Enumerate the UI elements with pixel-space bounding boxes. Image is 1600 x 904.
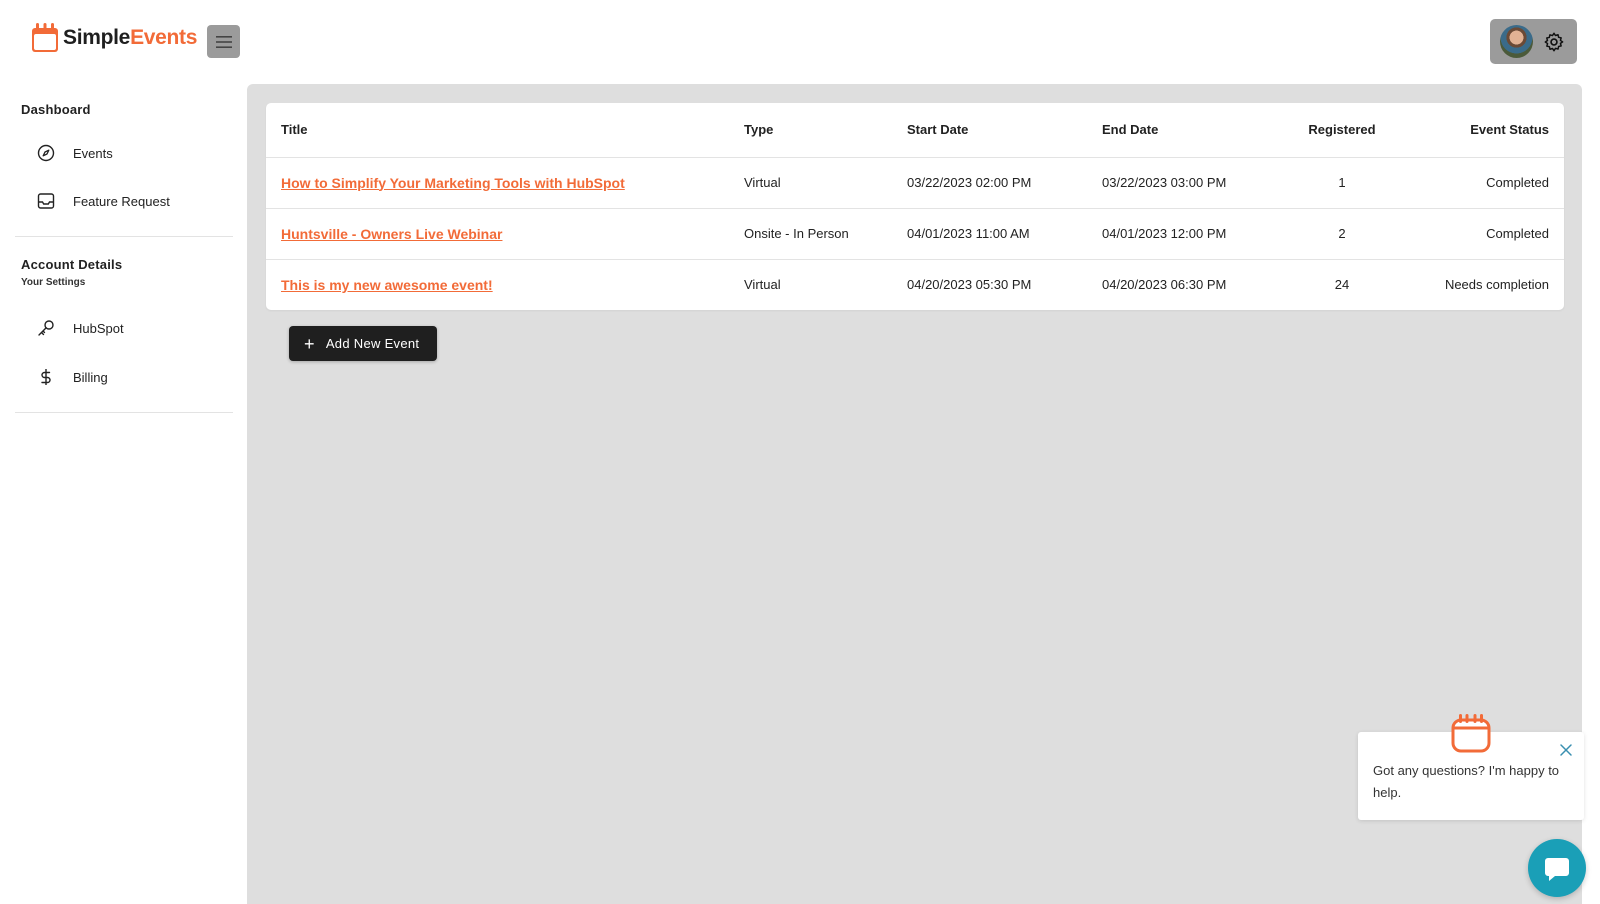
- inbox-icon: [36, 191, 56, 211]
- column-header-registered[interactable]: Registered: [1272, 103, 1412, 158]
- sidebar-item-label: HubSpot: [73, 320, 124, 336]
- column-header-type[interactable]: Type: [729, 103, 892, 158]
- sidebar-item-events[interactable]: Events: [36, 135, 226, 171]
- calendar-bot-icon: [1451, 714, 1491, 753]
- sidebar-section-dashboard: Dashboard: [21, 102, 91, 117]
- chat-launcher-button[interactable]: [1528, 839, 1586, 897]
- dollar-icon: [36, 367, 56, 387]
- sidebar-item-label: Events: [73, 145, 113, 161]
- app-logo[interactable]: SimpleEvents: [30, 22, 197, 54]
- events-table-card: Title Type Start Date End Date Registere…: [266, 103, 1564, 310]
- sidebar-item-label: Billing: [73, 369, 108, 385]
- table-header-row: Title Type Start Date End Date Registere…: [266, 103, 1564, 158]
- event-end-date: 04/01/2023 12:00 PM: [1087, 208, 1272, 260]
- chat-prompt-message: Got any questions? I'm happy to help.: [1373, 763, 1560, 800]
- chat-bubble-icon: [1545, 858, 1569, 881]
- hamburger-menu-icon: [215, 35, 232, 48]
- sidebar-divider: [15, 236, 233, 237]
- sidebar-divider: [15, 412, 233, 413]
- event-end-date: 03/22/2023 03:00 PM: [1087, 157, 1272, 209]
- user-menu[interactable]: [1490, 19, 1577, 64]
- event-title-link[interactable]: This is my new awesome event!: [281, 277, 493, 293]
- table-row: This is my new awesome event! Virtual 04…: [266, 259, 1564, 310]
- event-status: Completed: [1412, 157, 1564, 209]
- event-registered-count: 24: [1334, 277, 1350, 293]
- sidebar-item-feature-request[interactable]: Feature Request: [36, 183, 226, 219]
- close-icon[interactable]: [1558, 742, 1574, 758]
- compass-icon: [36, 143, 56, 163]
- calendar-logo-icon: [30, 22, 60, 54]
- plus-icon: +: [304, 333, 315, 354]
- column-header-title[interactable]: Title: [266, 103, 729, 158]
- column-header-end-date[interactable]: End Date: [1087, 103, 1272, 158]
- avatar[interactable]: [1500, 25, 1533, 58]
- gear-icon[interactable]: [1543, 31, 1565, 53]
- sidebar-section-subtitle: Your Settings: [21, 277, 86, 288]
- events-table: Title Type Start Date End Date Registere…: [266, 103, 1564, 310]
- menu-toggle-button[interactable]: [207, 25, 240, 58]
- event-type: Virtual: [744, 277, 781, 293]
- sidebar-item-hubspot[interactable]: HubSpot: [36, 310, 226, 346]
- event-title-link[interactable]: How to Simplify Your Marketing Tools wit…: [281, 175, 625, 191]
- event-status: Completed: [1412, 208, 1564, 260]
- column-header-event-status[interactable]: Event Status: [1412, 103, 1564, 158]
- event-status: Needs completion: [1444, 277, 1549, 293]
- event-start-date: 03/22/2023 02:00 PM: [892, 157, 1087, 209]
- table-row: How to Simplify Your Marketing Tools wit…: [266, 157, 1564, 209]
- event-start-date: 04/01/2023 11:00 AM: [892, 208, 1087, 260]
- table-row: Huntsville - Owners Live Webinar Onsite …: [266, 208, 1564, 260]
- column-header-start-date[interactable]: Start Date: [892, 103, 1087, 158]
- event-end-date: 04/20/2023 06:30 PM: [1102, 277, 1227, 293]
- sidebar-item-label: Feature Request: [73, 193, 170, 209]
- event-title-link[interactable]: Huntsville - Owners Live Webinar: [281, 226, 502, 242]
- event-type: Onsite - In Person: [729, 208, 892, 260]
- sidebar-section-account: Account Details: [21, 257, 123, 272]
- add-new-event-button[interactable]: + Add New Event: [289, 326, 437, 361]
- event-start-date: 04/20/2023 05:30 PM: [907, 277, 1032, 293]
- key-icon: [36, 318, 56, 338]
- logo-text: SimpleEvents: [63, 26, 198, 49]
- sidebar-item-billing[interactable]: Billing: [36, 359, 226, 395]
- add-new-event-label: Add New Event: [325, 336, 420, 351]
- event-registered-count: 2: [1272, 208, 1412, 260]
- event-type: Virtual: [729, 157, 892, 209]
- event-registered-count: 1: [1272, 157, 1412, 209]
